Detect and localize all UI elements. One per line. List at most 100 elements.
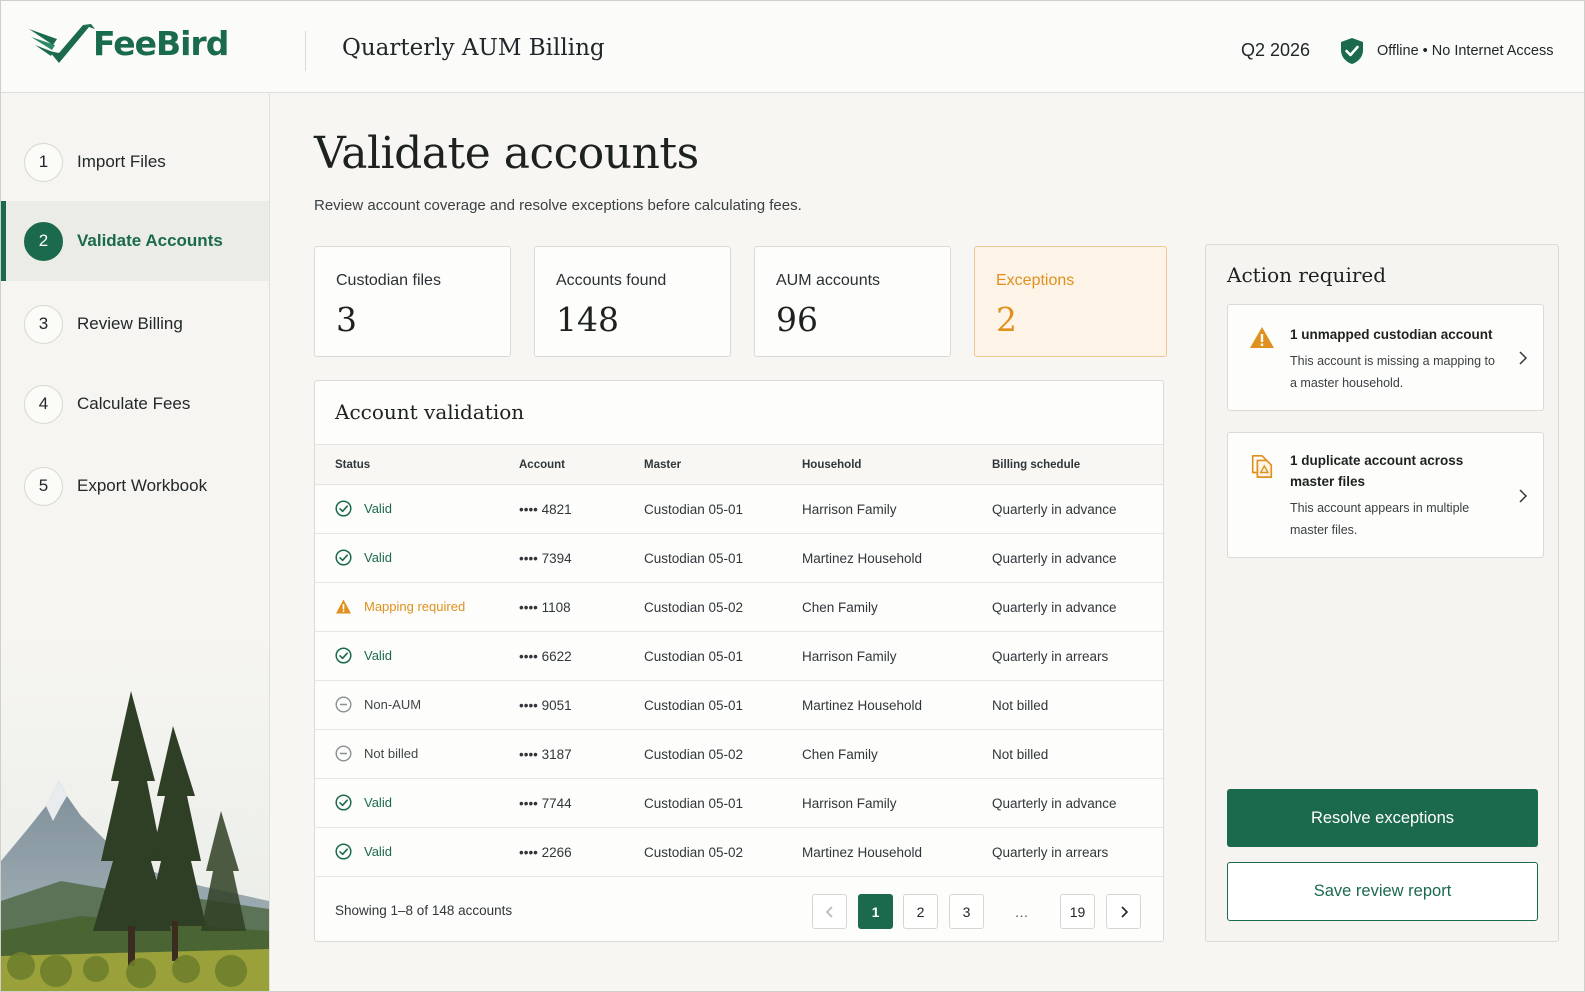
- quarter-label[interactable]: Q2 2026: [1241, 40, 1310, 61]
- account-cell: •••• 6622: [519, 649, 572, 664]
- table-footer: Showing 1–8 of 148 accounts 1 2 3 … 19: [315, 878, 1163, 941]
- app-title: Quarterly AUM Billing: [342, 35, 605, 61]
- resolve-exceptions-button[interactable]: Resolve exceptions: [1227, 789, 1538, 847]
- column-header-master[interactable]: Master: [644, 459, 681, 471]
- table-row[interactable]: Non-AUM •••• 9051 Custodian 05-01 Martinez …: [315, 681, 1163, 730]
- status-label: Mapping required: [364, 599, 466, 614]
- step-number: 5: [24, 466, 63, 506]
- status-label: Valid: [364, 550, 392, 565]
- status-cell: Valid: [335, 843, 392, 860]
- pagination-page-19[interactable]: 19: [1060, 894, 1095, 929]
- account-cell: •••• 4821: [519, 502, 572, 517]
- table-row[interactable]: Valid •••• 6622 Custodian 05-01 Harrison Fa…: [315, 632, 1163, 681]
- master-cell: Custodian 05-02: [644, 845, 744, 860]
- account-cell: •••• 7394: [519, 551, 572, 566]
- check-circle-icon: [335, 843, 352, 860]
- stat-accounts-found: Accounts found 148: [534, 246, 731, 357]
- brand-logo[interactable]: FeeBird: [27, 21, 229, 65]
- chevron-right-icon: [1519, 489, 1528, 503]
- stat-exceptions[interactable]: Exceptions 2: [974, 246, 1167, 357]
- table-row[interactable]: Not billed •••• 3187 Custodian 05-02 Chen F…: [315, 730, 1163, 779]
- master-cell: Custodian 05-01: [644, 502, 744, 517]
- check-circle-icon: [335, 549, 352, 566]
- stat-value: 3: [336, 300, 357, 339]
- billing-schedule-cell: Quarterly in advance: [992, 502, 1117, 517]
- billing-schedule-cell: Quarterly in advance: [992, 796, 1117, 811]
- step-number: 4: [24, 384, 63, 424]
- step-label: Export Workbook: [77, 476, 208, 495]
- household-cell: Harrison Family: [802, 649, 897, 664]
- pagination-page-2[interactable]: 2: [903, 894, 938, 929]
- table-row[interactable]: Mapping required •••• 1108 Custodian 05-02…: [315, 583, 1163, 632]
- page-title: Validate accounts: [314, 128, 699, 179]
- table-row[interactable]: Valid •••• 4821 Custodian 05-01 Harrison Fa…: [315, 485, 1163, 534]
- status-label: Valid: [364, 844, 392, 859]
- column-header-account[interactable]: Account: [519, 459, 565, 471]
- pagination-next-button[interactable]: [1106, 894, 1141, 929]
- step-validate-accounts[interactable]: 2 Validate Accounts: [1, 201, 269, 281]
- alert-heading: 1 unmapped custodian account: [1290, 327, 1493, 342]
- table-header: Status Account Master Household Billing …: [315, 444, 1163, 485]
- table-row[interactable]: Valid •••• 7744 Custodian 05-01 Harrison Fa…: [315, 779, 1163, 828]
- page-subtitle: Review account coverage and resolve exce…: [314, 197, 802, 214]
- stat-label: Accounts found: [556, 272, 667, 289]
- brand-name: FeeBird: [93, 23, 229, 63]
- column-header-billing-schedule[interactable]: Billing schedule: [992, 459, 1080, 471]
- account-validation-table: Account validation Status Account Master…: [314, 380, 1164, 942]
- pagination-page-1[interactable]: 1: [858, 894, 893, 929]
- step-label: Import Files: [77, 152, 166, 171]
- household-cell: Martinez Household: [802, 845, 923, 860]
- chevron-left-icon: [825, 905, 833, 918]
- unmapped-account-alert[interactable]: 1 unmapped custodian account This accoun…: [1227, 304, 1544, 411]
- master-cell: Custodian 05-01: [644, 796, 744, 811]
- status-cell: Non-AUM: [335, 696, 421, 713]
- master-cell: Custodian 05-01: [644, 698, 744, 713]
- forest-landscape-illustration: [1, 631, 269, 991]
- step-review-billing[interactable]: 3 Review Billing: [1, 284, 269, 364]
- chevron-right-icon: [1519, 351, 1528, 365]
- bird-check-logo-icon: [29, 24, 95, 63]
- status-cell: Valid: [335, 794, 392, 811]
- stat-label: AUM accounts: [776, 272, 881, 289]
- column-header-household[interactable]: Household: [802, 459, 861, 471]
- step-export-workbook[interactable]: 5 Export Workbook: [1, 446, 269, 526]
- account-cell: •••• 9051: [519, 698, 572, 713]
- stat-label: Custodian files: [336, 272, 441, 289]
- status-label: Not billed: [364, 746, 419, 761]
- warning-triangle-icon: [1250, 327, 1274, 348]
- household-cell: Chen Family: [802, 747, 878, 762]
- billing-schedule-cell: Not billed: [992, 747, 1049, 762]
- save-review-report-button[interactable]: Save review report: [1227, 862, 1538, 921]
- step-number: 1: [24, 142, 63, 182]
- master-cell: Custodian 05-02: [644, 600, 744, 615]
- status-label: Valid: [364, 795, 392, 810]
- minus-circle-icon: [335, 696, 352, 713]
- alert-body: This account is missing a mapping to a m…: [1290, 354, 1495, 390]
- master-cell: Custodian 05-01: [644, 649, 744, 664]
- stat-value: 96: [776, 300, 818, 339]
- status-label: Valid: [364, 648, 392, 663]
- status-label: Valid: [364, 501, 392, 516]
- table-row[interactable]: Valid •••• 2266 Custodian 05-02 Martinez Ho…: [315, 828, 1163, 877]
- pagination-page-3[interactable]: 3: [949, 894, 984, 929]
- status-cell: Not billed: [335, 745, 418, 762]
- household-cell: Chen Family: [802, 600, 878, 615]
- step-import-files[interactable]: 1 Import Files: [1, 122, 269, 202]
- account-cell: •••• 2266: [519, 845, 572, 860]
- chevron-right-icon: [1120, 905, 1128, 918]
- stat-value: 148: [556, 300, 619, 339]
- billing-schedule-cell: Quarterly in arrears: [992, 845, 1109, 860]
- step-number: 3: [24, 304, 63, 344]
- stat-aum-accounts: AUM accounts 96: [754, 246, 951, 357]
- duplicate-account-alert[interactable]: 1 duplicate account across master files …: [1227, 432, 1544, 558]
- step-label: Validate Accounts: [77, 231, 223, 250]
- billing-schedule-cell: Quarterly in advance: [992, 551, 1117, 566]
- pagination-prev-button[interactable]: [812, 894, 847, 929]
- pagination-summary: Showing 1–8 of 148 accounts: [335, 903, 513, 918]
- check-circle-icon: [335, 794, 352, 811]
- table-row[interactable]: Valid •••• 7394 Custodian 05-01 Martinez Ho…: [315, 534, 1163, 583]
- alert-heading: 1 duplicate account across master files: [1290, 453, 1464, 489]
- step-calculate-fees[interactable]: 4 Calculate Fees: [1, 364, 269, 444]
- column-header-status[interactable]: Status: [335, 459, 370, 471]
- billing-schedule-cell: Quarterly in arrears: [992, 649, 1109, 664]
